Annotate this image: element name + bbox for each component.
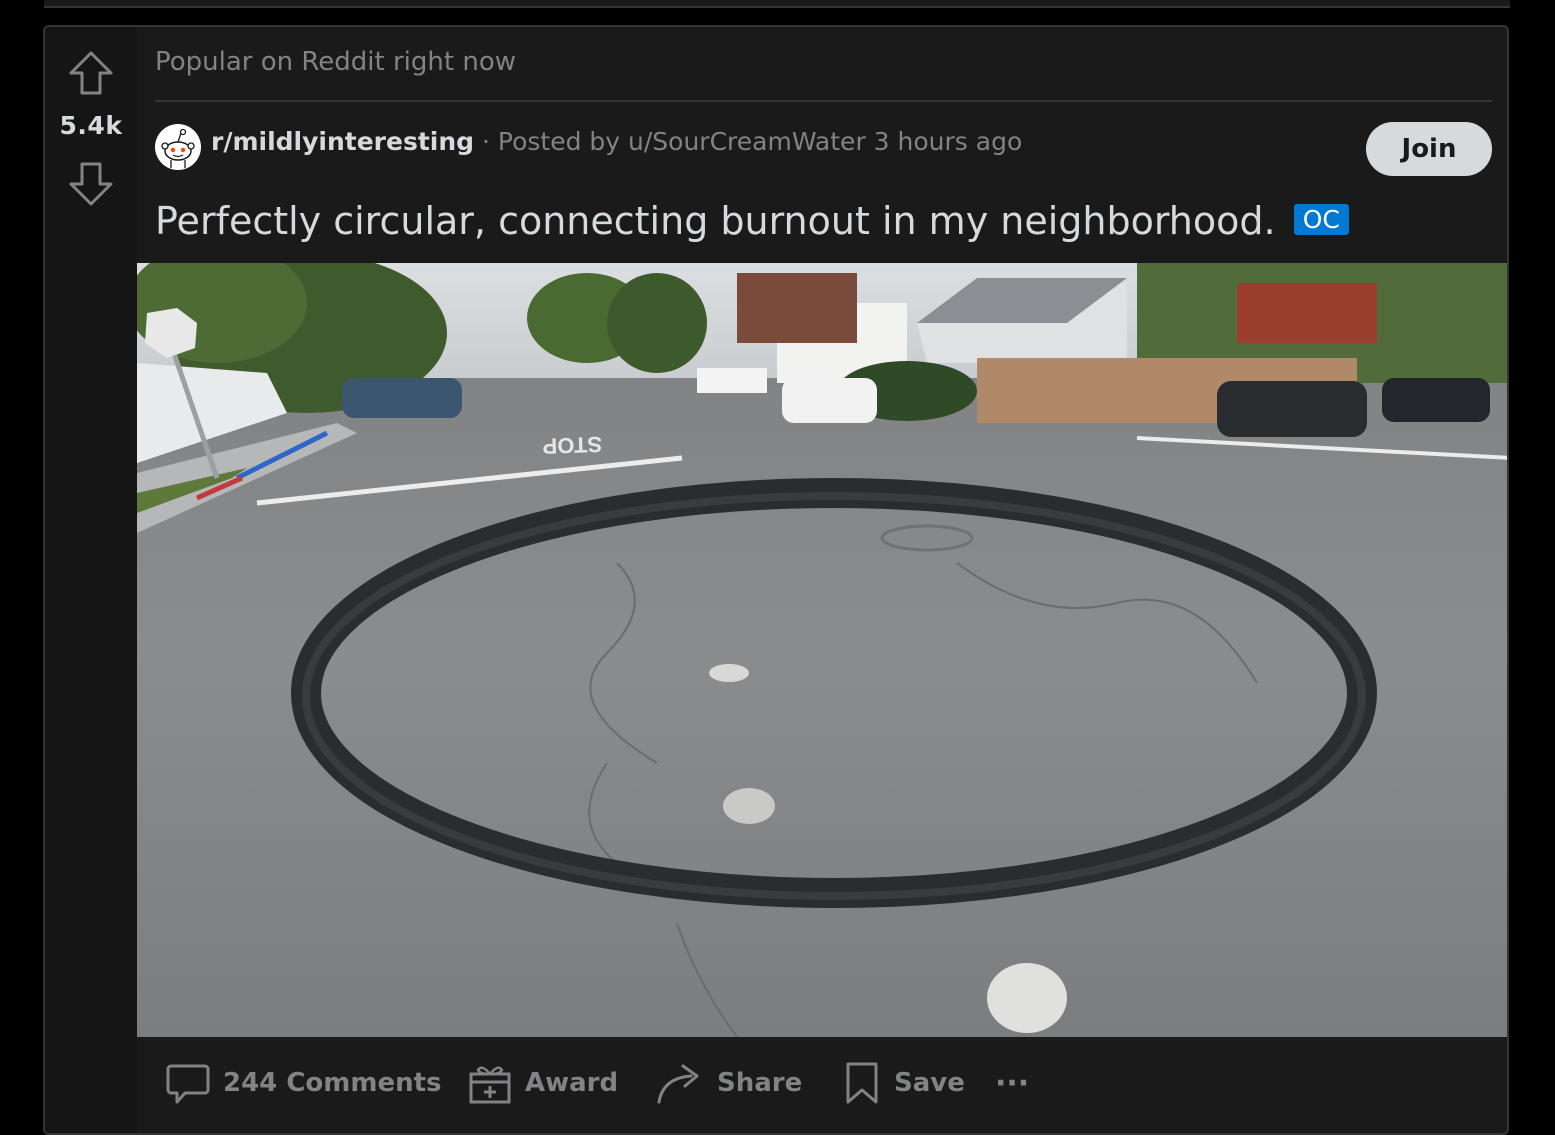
join-button[interactable]: Join [1366,122,1492,176]
save-label: Save [894,1068,965,1098]
previous-card-edge [44,0,1510,8]
more-dots-icon: ··· [995,1065,1030,1101]
more-options-button[interactable]: ··· [995,1057,1029,1109]
upvote-icon [69,51,113,95]
downvote-icon [69,162,113,206]
gift-icon [469,1066,511,1104]
road-stop-text: STOP [542,432,602,459]
burnout-photo: STOP [137,263,1507,1037]
oc-flair: OC [1293,204,1349,235]
bookmark-icon [846,1062,878,1104]
post-meta: r/mildlyinteresting · Posted by u/SourCr… [211,127,1022,156]
subreddit-link[interactable]: r/mildlyinteresting [211,127,474,156]
post-actions-bar: 244 Comments Award Share Save ··· [137,1037,1507,1133]
post-title[interactable]: Perfectly circular, connecting burnout i… [155,199,1349,243]
post-image[interactable]: STOP [137,263,1507,1037]
upvote-button[interactable] [67,49,115,97]
comments-count: 244 Comments [223,1068,442,1098]
posted-by[interactable]: Posted by u/SourCreamWater [498,127,866,156]
share-button[interactable]: Share [655,1057,802,1109]
divider [155,100,1492,102]
vote-score: 5.4k [59,111,123,140]
post-card[interactable]: 5.4k Popular on Reddit right now r/mildl… [43,25,1509,1135]
downvote-button[interactable] [67,160,115,208]
share-arrow-icon [657,1064,699,1104]
comment-icon [166,1064,210,1104]
award-button[interactable]: Award [467,1057,618,1109]
vote-column: 5.4k [45,27,137,1133]
save-button[interactable]: Save [842,1057,965,1109]
popular-label: Popular on Reddit right now [155,47,516,77]
post-title-text: Perfectly circular, connecting burnout i… [155,199,1276,243]
share-label: Share [717,1068,803,1098]
snoo-icon [161,128,195,168]
comments-button[interactable]: 244 Comments [165,1057,442,1109]
meta-separator: · [474,127,498,156]
award-label: Award [525,1068,619,1098]
post-time: 3 hours ago [873,127,1023,156]
subreddit-avatar[interactable] [155,124,201,170]
